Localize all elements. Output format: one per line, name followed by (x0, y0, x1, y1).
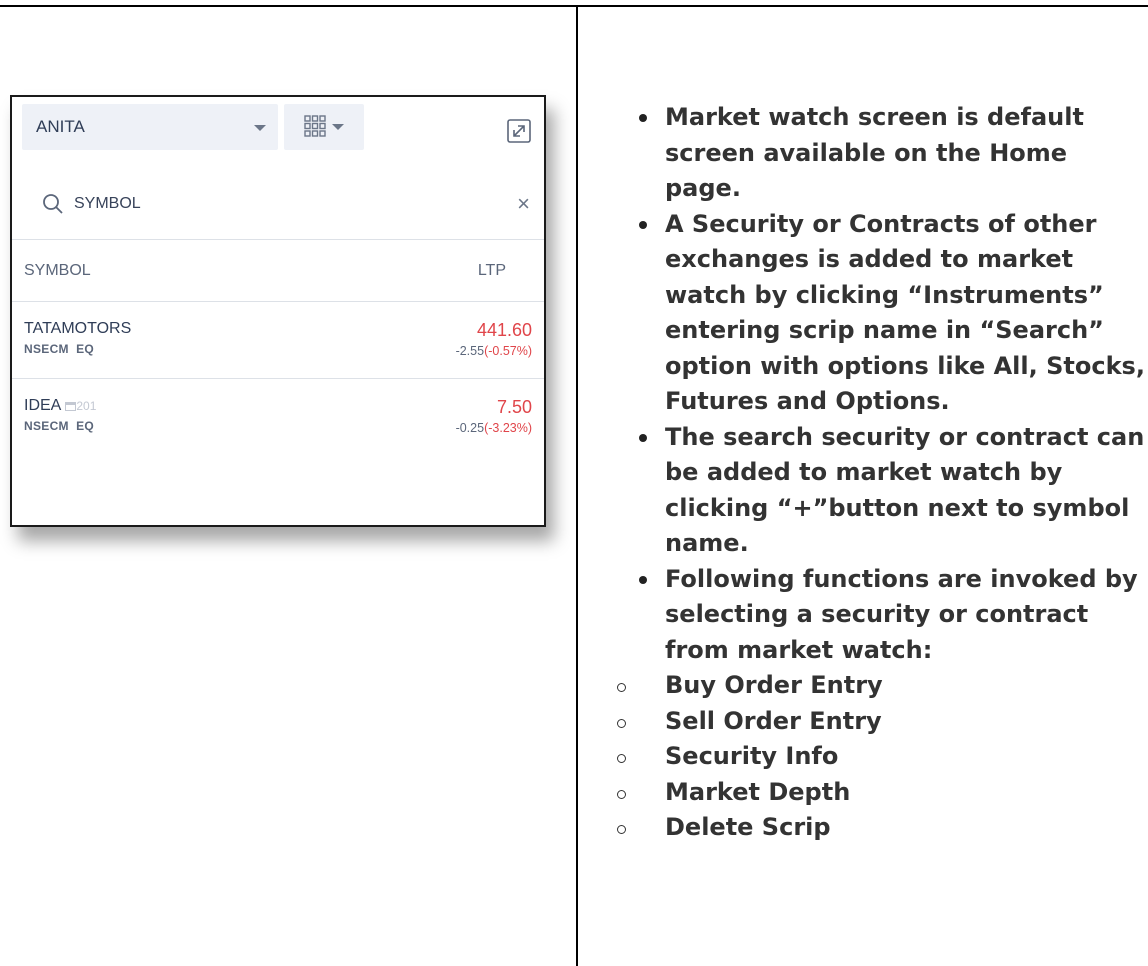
row-change-value: -2.55 (455, 344, 485, 358)
grid-icon (304, 115, 326, 137)
watchlist-select[interactable]: ANITA (22, 104, 278, 150)
function-item: Buy Order Entry (598, 668, 1146, 704)
row-exchange-name: NSECM (24, 419, 69, 433)
chevron-down-icon (332, 124, 344, 130)
row-change: -2.55(-0.57%) (456, 344, 532, 358)
bullet-item: A Security or Contracts of other exchang… (598, 207, 1146, 420)
bullet-item: Following functions are invoked by selec… (598, 562, 1146, 669)
chevron-down-icon (254, 125, 266, 131)
row-change: -0.25(-3.23%) (456, 421, 532, 435)
view-toggle-button[interactable] (284, 104, 364, 150)
close-icon[interactable]: × (517, 191, 530, 217)
column-header-symbol[interactable]: SYMBOL (24, 262, 91, 280)
bullet-item: The search security or contract can be a… (598, 420, 1146, 562)
row-symbol-wrap: IDEA 201 (24, 397, 96, 415)
row-symbol: IDEA (24, 397, 62, 414)
calendar-icon (65, 402, 77, 411)
row-series: EQ (76, 342, 95, 356)
row-extra-value: 201 (76, 399, 97, 413)
market-watch-widget: ANITA × SYMBOL LTP (10, 95, 546, 527)
search-icon (43, 194, 63, 214)
bullet-item: Market watch screen is default screen av… (598, 100, 1146, 207)
page-top-border (0, 5, 1148, 7)
function-item: Sell Order Entry (598, 704, 1146, 740)
function-item: Security Info (598, 739, 1146, 775)
watchlist-row[interactable]: IDEA 201 NSECM EQ 7.50 -0.25(-3.23%) (12, 379, 544, 455)
instructions-text: Market watch screen is default screen av… (598, 100, 1146, 846)
function-list: Buy Order Entry Sell Order Entry Securit… (598, 668, 1146, 846)
row-change-pct: (-0.57%) (484, 344, 532, 358)
row-change-value: -0.25 (455, 421, 485, 435)
expand-icon[interactable] (506, 118, 532, 144)
column-header-row: SYMBOL LTP (12, 239, 544, 302)
row-exchange: NSECM EQ (24, 419, 94, 433)
watchlist-name: ANITA (36, 117, 85, 136)
function-item: Delete Scrip (598, 810, 1146, 846)
search-bar: × (12, 171, 544, 240)
row-ltp: 441.60 (476, 320, 532, 340)
row-series: EQ (76, 419, 95, 433)
watchlist-row[interactable]: TATAMOTORS NSECM EQ 441.60 -2.55(-0.57%) (12, 302, 544, 379)
search-input[interactable] (74, 191, 454, 217)
bullet-list: Market watch screen is default screen av… (598, 100, 1146, 668)
column-divider (576, 5, 578, 966)
row-exchange-name: NSECM (24, 342, 69, 356)
column-header-ltp[interactable]: LTP (478, 262, 506, 280)
row-exchange: NSECM EQ (24, 342, 94, 356)
function-item: Market Depth (598, 775, 1146, 811)
market-watch-header: ANITA (12, 97, 544, 171)
row-change-pct: (-3.23%) (484, 421, 532, 435)
row-symbol: TATAMOTORS (24, 320, 132, 337)
row-extra: 201 (65, 399, 96, 413)
row-ltp: 7.50 (496, 397, 532, 417)
